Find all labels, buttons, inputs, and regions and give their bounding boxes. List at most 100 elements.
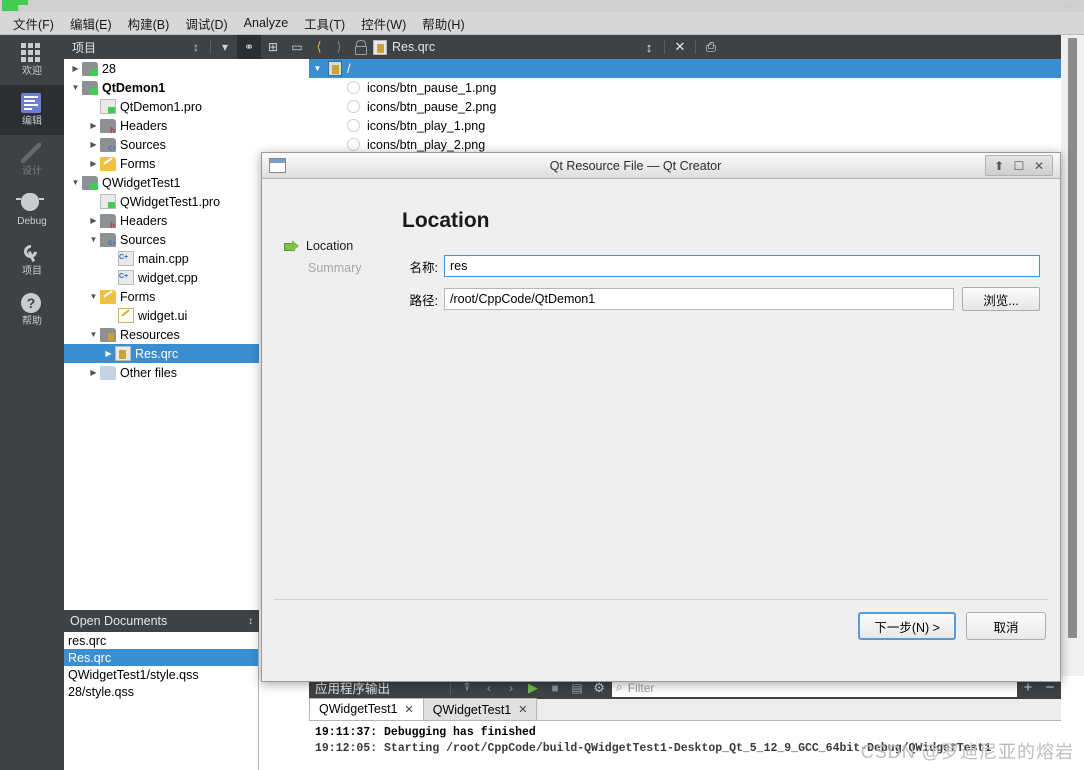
resource-file-row[interactable]: icons/btn_play_1.png xyxy=(309,116,1061,135)
tree-item[interactable]: ▶ Other files xyxy=(64,363,259,382)
tree-item[interactable]: QWidgetTest1.pro xyxy=(64,192,259,211)
nav-forward-icon[interactable]: ⟩ xyxy=(329,39,349,55)
chevron-down-icon[interactable]: ▼ xyxy=(69,178,82,187)
close-button[interactable]: ✕ xyxy=(1031,158,1047,173)
tree-item[interactable]: ▼ Sources xyxy=(64,230,259,249)
sort-selector-icon[interactable]: ↕ xyxy=(184,35,208,59)
project-tree[interactable]: ▶ 28 ▼ QtDemon1 QtDemon1.pro ▶ Headers ▶… xyxy=(64,59,259,610)
chevron-right-icon[interactable]: ▶ xyxy=(87,140,100,149)
nav-back-icon[interactable]: ⟨ xyxy=(309,39,329,55)
open-documents-header: Open Documents ↕ xyxy=(64,610,259,632)
divider xyxy=(274,599,1048,600)
name-field-value: res xyxy=(450,259,468,273)
resource-file-row[interactable]: icons/btn_pause_1.png xyxy=(309,78,1061,97)
tree-item[interactable]: ▶ Headers xyxy=(64,116,259,135)
updown-arrow-icon[interactable]: ↕ xyxy=(639,40,659,55)
tree-item[interactable]: ▼ Resources xyxy=(64,325,259,344)
dialog-title-bar[interactable]: Qt Resource File — Qt Creator ⬆ ☐ ✕ xyxy=(262,153,1060,179)
next-button[interactable]: 下一步(N) > xyxy=(858,612,956,640)
tree-item[interactable]: ▶ Sources xyxy=(64,135,259,154)
chevron-down-icon[interactable]: ▼ xyxy=(87,292,100,301)
chevron-right-icon[interactable]: ▶ xyxy=(87,216,100,225)
image-thumb-icon xyxy=(347,119,360,132)
split-add-icon[interactable]: ⊞ xyxy=(261,35,285,59)
resource-prefix-row[interactable]: ▼ / xyxy=(309,59,1061,78)
open-documents-list[interactable]: res.qrc Res.qrc QWidgetTest1/style.qss 2… xyxy=(64,632,259,770)
unlocked-icon[interactable] xyxy=(352,40,370,55)
list-item-res-qrc[interactable]: Res.qrc xyxy=(64,649,258,666)
chevron-right-icon[interactable]: ▶ xyxy=(87,159,100,168)
mode-edit-label: 编辑 xyxy=(22,116,42,127)
mode-design[interactable]: 设计 xyxy=(0,135,64,185)
cancel-button[interactable]: 取消 xyxy=(966,612,1046,640)
tree-item[interactable]: main.cpp xyxy=(64,249,259,268)
prev-item-icon[interactable]: ‹ xyxy=(478,681,500,695)
split-editor-icon[interactable]: ⎙ xyxy=(701,39,721,55)
attach-icon[interactable]: ▤ xyxy=(566,681,588,695)
updown-arrow-icon[interactable]: ↕ xyxy=(248,616,253,627)
close-tab-icon[interactable]: ✕ xyxy=(518,703,527,716)
list-item[interactable]: res.qrc xyxy=(64,632,258,649)
chevron-right-icon[interactable]: ▶ xyxy=(102,349,115,358)
menu-analyze[interactable]: Analyze xyxy=(237,14,295,32)
list-item[interactable]: 28/style.qss xyxy=(64,683,258,700)
close-panel-icon[interactable]: ▭ xyxy=(285,35,309,59)
path-field[interactable]: /root/CppCode/QtDemon1 xyxy=(444,288,954,310)
tree-item[interactable]: ▶ Forms xyxy=(64,154,259,173)
menu-bar: 文件(F) 编辑(E) 构建(B) 调试(D) Analyze 工具(T) 控件… xyxy=(0,12,1084,35)
scrollbar-thumb[interactable] xyxy=(1068,38,1077,638)
mode-debug[interactable]: Debug xyxy=(0,185,64,235)
chevron-right-icon[interactable]: ▶ xyxy=(87,121,100,130)
tree-item[interactable]: QtDemon1.pro xyxy=(64,97,259,116)
clear-output-icon[interactable]: ⍒ xyxy=(456,680,478,695)
menu-edit[interactable]: 编辑(E) xyxy=(63,12,119,35)
link-with-editor-icon[interactable]: ⚭ xyxy=(237,35,261,59)
tree-item-res-qrc[interactable]: ▶ Res.qrc xyxy=(64,344,259,363)
chevron-down-icon[interactable]: ▼ xyxy=(69,83,82,92)
name-field[interactable]: res xyxy=(444,255,1040,277)
tree-item[interactable]: ▼ QWidgetTest1 xyxy=(64,173,259,192)
shade-button[interactable]: ⬆ xyxy=(991,158,1007,173)
qt-creator-window: ... 文件(F) 编辑(E) 构建(B) 调试(D) Analyze 工具(T… xyxy=(0,0,1084,770)
chevron-down-icon[interactable]: ▼ xyxy=(311,64,324,73)
chevron-down-icon[interactable]: ▼ xyxy=(87,235,100,244)
stop-icon[interactable]: ■ xyxy=(544,681,566,695)
folder-cpp-icon xyxy=(100,137,116,153)
list-item[interactable]: QWidgetTest1/style.qss xyxy=(64,666,258,683)
file-qt-icon xyxy=(100,194,116,209)
menu-file[interactable]: 文件(F) xyxy=(6,12,61,35)
menu-window[interactable]: 控件(W) xyxy=(354,12,413,35)
browse-button[interactable]: 浏览... xyxy=(962,287,1040,311)
resource-file-row[interactable]: icons/btn_pause_2.png xyxy=(309,97,1061,116)
maximize-button[interactable]: ☐ xyxy=(1011,158,1027,173)
folder-ui-icon xyxy=(100,289,116,304)
close-document-icon[interactable]: ✕ xyxy=(670,39,690,55)
menu-help[interactable]: 帮助(H) xyxy=(415,12,471,35)
editor-filename[interactable]: Res.qrc xyxy=(392,40,435,54)
mode-help[interactable]: ? 帮助 xyxy=(0,285,64,335)
mode-projects[interactable]: 项目 xyxy=(0,235,64,285)
chevron-down-icon[interactable]: ▼ xyxy=(87,330,100,339)
close-tab-icon[interactable]: ✕ xyxy=(405,703,414,716)
chevron-right-icon[interactable]: ▶ xyxy=(87,368,100,377)
mode-welcome[interactable]: 欢迎 xyxy=(0,35,64,85)
menu-build[interactable]: 构建(B) xyxy=(121,12,177,35)
tree-item[interactable]: ▼ QtDemon1 xyxy=(64,78,259,97)
tree-item[interactable]: widget.cpp xyxy=(64,268,259,287)
filter-icon[interactable]: ▾ xyxy=(213,35,237,59)
menu-tools[interactable]: 工具(T) xyxy=(297,12,352,35)
wizard-step-location[interactable]: Location xyxy=(284,235,394,257)
toolbar-divider xyxy=(450,680,452,695)
editor-vertical-scrollbar[interactable] xyxy=(1061,35,1084,676)
tab-qwidgettest1-1[interactable]: QWidgetTest1 ✕ xyxy=(309,698,424,720)
menu-debug[interactable]: 调试(D) xyxy=(178,12,234,35)
tree-item[interactable]: ▼ Forms xyxy=(64,287,259,306)
next-item-icon[interactable]: › xyxy=(500,681,522,695)
mode-edit[interactable]: 编辑 xyxy=(0,85,64,135)
folder-h-icon xyxy=(100,213,116,230)
tree-item[interactable]: ▶ Headers xyxy=(64,211,259,230)
tree-item[interactable]: ▶ 28 xyxy=(64,59,259,78)
chevron-right-icon[interactable]: ▶ xyxy=(69,64,82,73)
tree-item[interactable]: widget.ui xyxy=(64,306,259,325)
tab-qwidgettest1-2[interactable]: QWidgetTest1 ✕ xyxy=(422,698,538,720)
